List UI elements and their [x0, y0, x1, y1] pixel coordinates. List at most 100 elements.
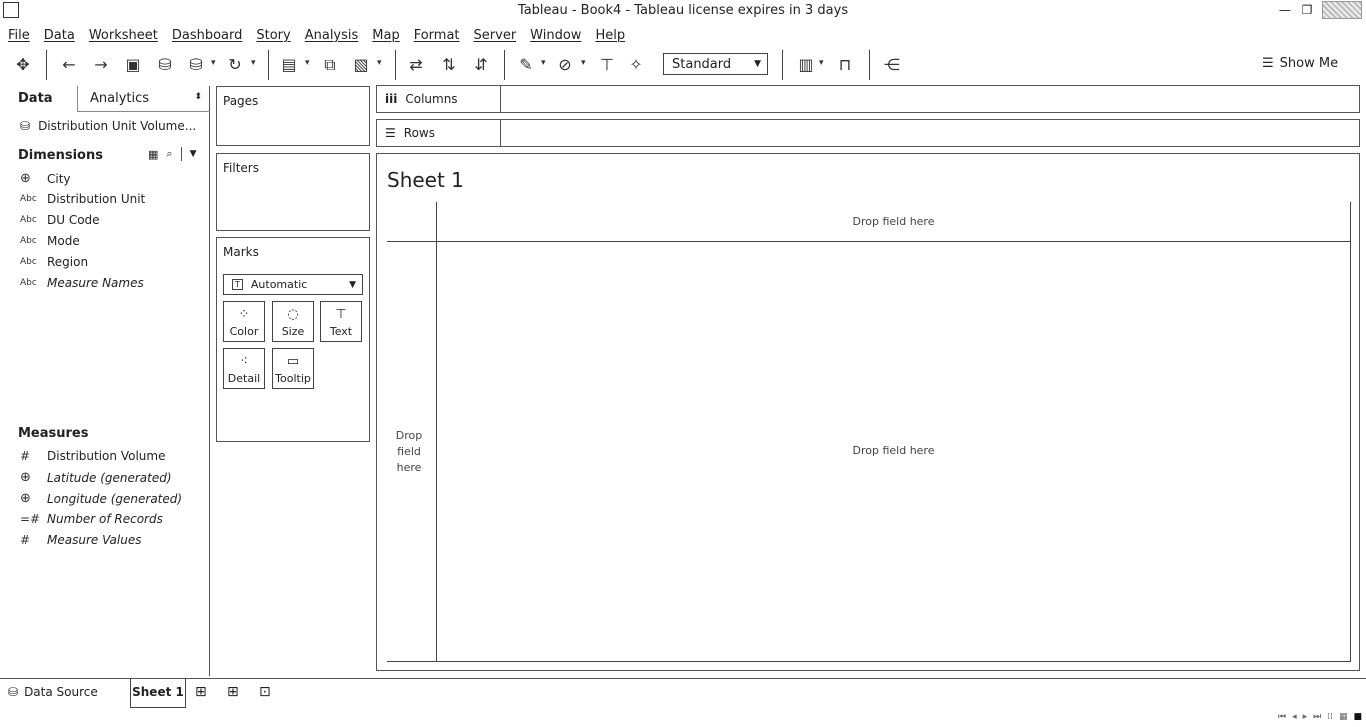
prev-sheet-icon[interactable]: ◂ — [1292, 712, 1297, 722]
show-me-button[interactable]: ☰ Show Me — [1262, 56, 1338, 71]
menu-file[interactable]: File — [8, 28, 30, 43]
string-type-icon: Abc — [20, 215, 37, 225]
restore-icon[interactable]: ❐ — [1296, 1, 1318, 19]
size-button[interactable]: ◌ Size — [272, 301, 314, 342]
new-worksheet-dropdown-icon[interactable]: ▾ — [305, 58, 310, 68]
undo-icon[interactable]: ← — [58, 54, 80, 76]
clear-sheet-icon[interactable]: ▧ — [350, 54, 372, 76]
drop-field-columns-zone[interactable]: Drop field here — [437, 215, 1350, 228]
last-sheet-icon[interactable]: ⏭ — [1313, 712, 1321, 722]
menu-story[interactable]: Story — [256, 28, 290, 43]
chevron-down-icon[interactable]: ▼ — [190, 149, 197, 159]
duplicate-sheet-icon[interactable]: ⧉ — [319, 54, 341, 76]
group-dropdown-icon[interactable]: ▾ — [581, 58, 586, 68]
field-number-of-records[interactable]: =# Number of Records — [20, 512, 163, 526]
filters-card[interactable]: Filters — [216, 153, 370, 231]
new-worksheet-icon[interactable]: ⊞ — [195, 684, 207, 700]
new-dashboard-icon[interactable]: ⊞ — [227, 684, 239, 700]
highlight-icon[interactable]: ✎ — [515, 54, 537, 76]
new-worksheet-icon[interactable]: ▤ — [278, 54, 300, 76]
presentation-mode-icon[interactable]: ⊓ — [834, 54, 856, 76]
next-sheet-icon[interactable]: ▸ — [1303, 712, 1308, 722]
marks-label: Marks — [223, 245, 259, 259]
menu-bar: File Data Worksheet Dashboard Story Anal… — [0, 24, 1366, 46]
refresh-icon[interactable]: ↻ — [224, 54, 246, 76]
pages-card[interactable]: Pages — [216, 86, 370, 146]
column-header-divider — [387, 241, 1351, 242]
data-pane: Data Analytics ⬍ ⛁ Distribution Unit Vol… — [0, 86, 210, 676]
menu-worksheet[interactable]: Worksheet — [89, 28, 158, 43]
toolbar-divider — [504, 50, 505, 80]
pause-updates-icon[interactable]: ⛁ — [185, 54, 207, 76]
show-mark-labels-icon[interactable]: ⊤ — [596, 54, 618, 76]
field-longitude[interactable]: ⊕ Longitude (generated) — [20, 491, 182, 506]
field-du-code[interactable]: Abc DU Code — [20, 213, 100, 227]
columns-shelf[interactable]: iii Columns — [376, 85, 1360, 113]
field-label: Measure Values — [47, 533, 142, 547]
row-header-divider — [436, 202, 437, 662]
tooltip-button[interactable]: ▭ Tooltip — [272, 348, 314, 389]
pause-dropdown-icon[interactable]: ▾ — [211, 58, 216, 68]
field-region[interactable]: Abc Region — [20, 255, 88, 269]
tab-data-source[interactable]: ⛁ Data Source — [8, 685, 98, 699]
new-story-icon[interactable]: ⊡ — [259, 684, 271, 700]
menu-analysis[interactable]: Analysis — [305, 28, 359, 43]
refresh-dropdown-icon[interactable]: ▾ — [251, 58, 256, 68]
text-button[interactable]: ⊤ Text — [320, 301, 362, 342]
color-button[interactable]: ⁘ Color — [223, 301, 265, 342]
menu-dashboard[interactable]: Dashboard — [172, 28, 243, 43]
show-sheet-sorter-icon[interactable]: ▦ — [1339, 712, 1348, 722]
field-measure-names[interactable]: Abc Measure Names — [20, 276, 144, 290]
sort-ascending-icon[interactable]: ⇅ — [438, 54, 460, 76]
group-members-icon[interactable]: ⊘ — [554, 54, 576, 76]
sort-descending-icon[interactable]: ⇵ — [470, 54, 492, 76]
field-label: Distribution Volume — [47, 449, 166, 463]
datasource-item[interactable]: ⛁ Distribution Unit Volume... — [20, 119, 196, 133]
show-cards-dropdown-icon[interactable]: ▾ — [819, 58, 824, 68]
tab-analytics[interactable]: Analytics ⬍ — [77, 86, 210, 112]
field-measure-values[interactable]: # Measure Values — [20, 533, 141, 547]
fit-select[interactable]: Standard ▼ — [663, 53, 768, 75]
swap-rows-columns-icon[interactable]: ⇄ — [405, 54, 427, 76]
redo-icon[interactable]: → — [90, 54, 112, 76]
sheet-tabs-bar: ⛁ Data Source Sheet 1 ⊞ ⊞ ⊡ — [0, 678, 1366, 718]
new-data-source-icon[interactable]: ⛁ — [154, 54, 176, 76]
menu-map[interactable]: Map — [372, 28, 399, 43]
show-cards-icon[interactable]: ▥ — [795, 54, 817, 76]
clear-dropdown-icon[interactable]: ▾ — [377, 58, 382, 68]
mark-type-select[interactable]: T Automatic ▼ — [223, 274, 363, 295]
search-icon[interactable]: ⌕ — [166, 147, 172, 161]
tabs-top-border — [0, 678, 1366, 679]
menu-server[interactable]: Server — [474, 28, 517, 43]
menu-data[interactable]: Data — [44, 28, 75, 43]
drop-field-rows-zone[interactable]: Drop field here — [393, 428, 425, 476]
share-icon[interactable]: ⋲ — [881, 54, 903, 76]
menu-help[interactable]: Help — [595, 28, 625, 43]
detail-button[interactable]: ⁖ Detail — [223, 348, 265, 389]
field-distribution-volume[interactable]: # Distribution Volume — [20, 449, 165, 463]
highlight-dropdown-icon[interactable]: ▾ — [541, 58, 546, 68]
globe-icon: ⊕ — [20, 171, 31, 186]
chevron-down-icon: ▼ — [754, 59, 761, 69]
field-distribution-unit[interactable]: Abc Distribution Unit — [20, 192, 145, 206]
columns-label: Columns — [405, 92, 458, 106]
field-latitude[interactable]: ⊕ Latitude (generated) — [20, 470, 172, 485]
close-icon[interactable] — [1322, 1, 1362, 19]
show-tabs-icon[interactable]: ■ — [1353, 712, 1362, 722]
rows-shelf[interactable]: ☰ Rows — [376, 119, 1360, 147]
drop-field-main-zone[interactable]: Drop field here — [437, 444, 1350, 457]
tab-sheet-1[interactable]: Sheet 1 — [130, 678, 186, 708]
menu-window[interactable]: Window — [530, 28, 581, 43]
sheet-title[interactable]: Sheet 1 — [387, 168, 464, 192]
menu-format[interactable]: Format — [414, 28, 460, 43]
tableau-logo-icon[interactable]: ✥ — [12, 54, 34, 76]
first-sheet-icon[interactable]: ⏮ — [1278, 712, 1286, 722]
fix-axes-icon[interactable]: ✧ — [625, 54, 647, 76]
show-filmstrip-icon[interactable]: ⁞⁞ — [1327, 712, 1333, 722]
tab-data[interactable]: Data — [0, 86, 77, 112]
minimize-icon[interactable]: — — [1274, 1, 1296, 19]
view-data-icon[interactable]: ▦ — [148, 148, 158, 161]
field-mode[interactable]: Abc Mode — [20, 234, 80, 248]
field-city[interactable]: ⊕ City — [20, 171, 71, 186]
save-icon[interactable]: ▣ — [122, 54, 144, 76]
